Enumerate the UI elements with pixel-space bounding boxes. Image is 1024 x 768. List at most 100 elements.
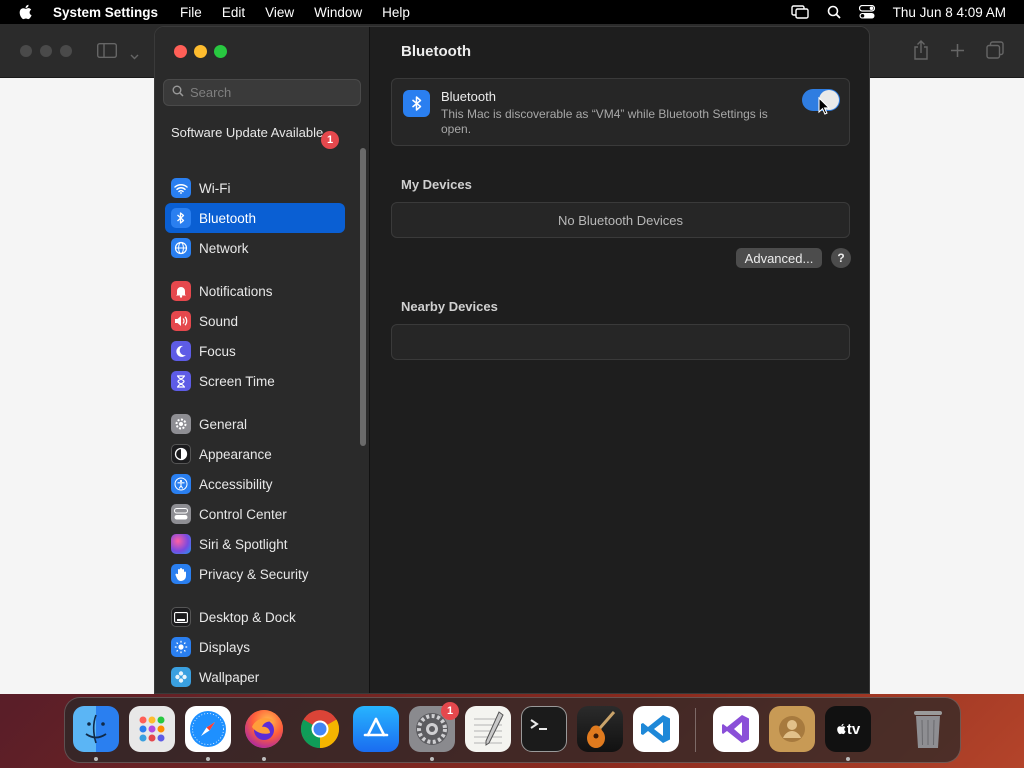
chevron-down-icon[interactable]	[130, 47, 139, 65]
menu-window[interactable]: Window	[304, 5, 372, 20]
bell-icon	[171, 281, 191, 301]
sidebar-item-label: Screen Time	[199, 373, 275, 389]
sidebar-item-label: Bluetooth	[199, 210, 257, 226]
globe-icon	[171, 238, 191, 258]
running-indicator	[430, 757, 434, 761]
sidebar-item-focus[interactable]: Focus	[165, 336, 345, 366]
dock: 1 tv	[64, 697, 961, 763]
software-update-badge: 1	[321, 131, 339, 149]
minimize-button[interactable]	[194, 45, 207, 58]
sidebar-item-desktop-dock[interactable]: Desktop & Dock	[165, 602, 345, 632]
zoom-button[interactable]	[214, 45, 227, 58]
menu-file[interactable]: File	[170, 5, 212, 20]
apple-tv-label: tv	[846, 720, 861, 738]
vscode-icon[interactable]	[633, 706, 679, 752]
system-settings-window: Software Update Available 1 Wi-Fi Blueto…	[154, 26, 870, 694]
appearance-icon	[171, 444, 191, 464]
sidebar-scrollbar[interactable]	[360, 148, 366, 446]
help-button[interactable]: ?	[831, 248, 851, 268]
apple-menu-icon[interactable]	[0, 4, 50, 20]
contacts-icon[interactable]	[769, 706, 815, 752]
sidebar-item-label: Focus	[199, 343, 236, 359]
menu-view[interactable]: View	[255, 5, 304, 20]
advanced-button[interactable]: Advanced...	[736, 248, 822, 268]
software-update-label: Software Update Available	[171, 125, 324, 140]
gear-icon	[171, 414, 191, 434]
background-page-right	[870, 78, 1024, 694]
sidebar-item-displays[interactable]: Displays	[165, 632, 345, 662]
launchpad-icon[interactable]	[129, 706, 175, 752]
new-tab-plus-icon[interactable]	[950, 43, 965, 63]
running-indicator	[206, 757, 210, 761]
trash-icon[interactable]	[905, 706, 951, 752]
menu-clock[interactable]: Thu Jun 8 4:09 AM	[893, 5, 1006, 20]
screen-mirroring-icon[interactable]	[790, 5, 809, 19]
my-devices-heading: My Devices	[401, 177, 472, 192]
search-input[interactable]	[190, 85, 350, 100]
sidebar-item-bluetooth[interactable]: Bluetooth	[165, 203, 345, 233]
sidebar-item-label: Siri & Spotlight	[199, 536, 288, 552]
sidebar-item-sound[interactable]: Sound	[165, 306, 345, 336]
mouse-cursor-icon	[818, 96, 831, 120]
running-indicator	[846, 757, 850, 761]
no-devices-text: No Bluetooth Devices	[557, 212, 683, 228]
bg-close-button[interactable]	[20, 45, 32, 57]
finder-icon[interactable]	[73, 706, 119, 752]
sidebar-toggle-icon[interactable]	[96, 42, 118, 63]
sidebar-item-notifications[interactable]: Notifications	[165, 276, 345, 306]
sidebar-item-accessibility[interactable]: Accessibility	[165, 469, 345, 499]
tab-overview-icon[interactable]	[986, 41, 1004, 64]
garageband-icon[interactable]	[577, 706, 623, 752]
wifi-icon	[171, 178, 191, 198]
sidebar-item-siri-spotlight[interactable]: Siri & Spotlight	[165, 529, 345, 559]
sidebar-item-label: Wallpaper	[199, 669, 260, 685]
sidebar-item-label: Control Center	[199, 506, 287, 522]
safari-icon[interactable]	[185, 706, 231, 752]
accessibility-icon	[171, 474, 191, 494]
dock-icon	[171, 607, 191, 627]
bluetooth-icon	[171, 208, 191, 228]
textedit-icon[interactable]	[465, 706, 511, 752]
speaker-icon	[171, 311, 191, 331]
sidebar-item-label: Notifications	[199, 283, 273, 299]
bluetooth-card: Bluetooth This Mac is discoverable as “V…	[391, 78, 850, 146]
sidebar-item-label: Appearance	[199, 446, 272, 462]
bluetooth-icon	[403, 90, 430, 117]
bg-minimize-button[interactable]	[40, 45, 52, 57]
sidebar-item-label: Accessibility	[199, 476, 273, 492]
menu-edit[interactable]: Edit	[212, 5, 255, 20]
sidebar-item-wallpaper[interactable]: Wallpaper	[165, 662, 345, 692]
sidebar-item-wifi[interactable]: Wi-Fi	[165, 173, 345, 203]
sidebar-item-screen-time[interactable]: Screen Time	[165, 366, 345, 396]
apple-tv-icon[interactable]: tv	[825, 706, 871, 752]
nearby-devices-list	[391, 324, 850, 360]
sidebar-item-control-center[interactable]: Control Center	[165, 499, 345, 529]
menu-help[interactable]: Help	[372, 5, 420, 20]
search-icon	[172, 85, 184, 100]
system-settings-badge: 1	[441, 702, 459, 720]
sidebar-item-label: Desktop & Dock	[199, 609, 296, 625]
close-button[interactable]	[174, 45, 187, 58]
moon-icon	[171, 341, 191, 361]
my-devices-list: No Bluetooth Devices	[391, 202, 850, 238]
software-update-item[interactable]: Software Update Available	[171, 125, 331, 141]
app-store-icon[interactable]	[353, 706, 399, 752]
chrome-icon[interactable]	[297, 706, 343, 752]
search-field[interactable]	[163, 79, 361, 106]
sidebar-item-appearance[interactable]: Appearance	[165, 439, 345, 469]
sidebar-item-label: Sound	[199, 313, 239, 329]
terminal-icon[interactable]	[521, 706, 567, 752]
hourglass-icon	[171, 371, 191, 391]
sidebar-item-privacy-security[interactable]: Privacy & Security	[165, 559, 345, 589]
control-center-icon[interactable]	[858, 5, 875, 19]
menu-app-name[interactable]: System Settings	[50, 5, 170, 20]
firefox-icon[interactable]	[241, 706, 287, 752]
spotlight-search-icon[interactable]	[827, 5, 841, 19]
sidebar-item-general[interactable]: General	[165, 409, 345, 439]
background-page-left	[0, 78, 154, 694]
share-icon[interactable]	[913, 40, 929, 65]
sidebar-item-network[interactable]: Network	[165, 233, 345, 263]
visual-studio-icon[interactable]	[713, 706, 759, 752]
settings-sidebar: Software Update Available 1 Wi-Fi Blueto…	[155, 27, 370, 693]
bg-zoom-button[interactable]	[60, 45, 72, 57]
